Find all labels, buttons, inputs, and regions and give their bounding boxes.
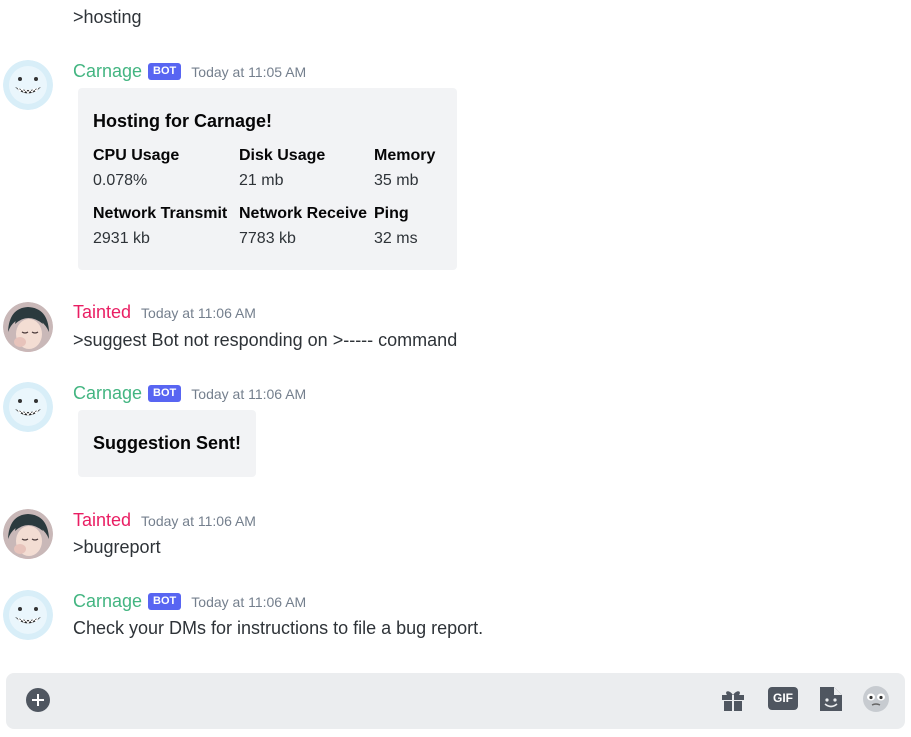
embed-title: Suggestion Sent! <box>93 433 241 453</box>
bot-badge: BOT <box>148 593 182 610</box>
message-text: >hosting <box>73 7 142 27</box>
message-input-bar[interactable]: GIF <box>6 673 905 729</box>
bot-avatar[interactable] <box>3 60 53 110</box>
message-header: Tainted Today at 11:06 AM <box>73 302 256 323</box>
message-text: Check your DMs for instructions to file … <box>73 618 484 638</box>
timestamp: Today at 11:06 AM <box>141 512 256 529</box>
anime-avatar-icon <box>3 509 53 559</box>
hosting-embed: Hosting for Carnage! CPU Usage 0.078% Di… <box>78 88 457 270</box>
timestamp: Today at 11:06 AM <box>141 304 256 321</box>
ghost-avatar-icon <box>3 60 53 110</box>
author-name[interactable]: Tainted <box>73 510 131 531</box>
gift-icon[interactable] <box>720 686 746 717</box>
field-name: Network Transmit <box>93 205 228 222</box>
bot-avatar[interactable] <box>3 590 53 640</box>
timestamp: Today at 11:06 AM <box>191 385 307 402</box>
field-name: Disk Usage <box>239 147 326 164</box>
message-text: >suggest Bot not responding on >----- co… <box>73 330 458 350</box>
field-name: CPU Usage <box>93 147 180 164</box>
message-header: Carnage BOT Today at 11:06 AM <box>73 591 306 612</box>
user-avatar[interactable] <box>3 509 53 559</box>
field-name: Ping <box>374 205 409 222</box>
field-value: 21 mb <box>239 172 284 189</box>
user-avatar[interactable] <box>3 302 53 352</box>
field-value: 0.078% <box>93 172 148 189</box>
field-value: 35 mb <box>374 172 419 189</box>
emoji-icon[interactable] <box>862 685 890 718</box>
field-value: 7783 kb <box>239 230 296 247</box>
bot-badge: BOT <box>148 63 182 80</box>
suggestion-embed: Suggestion Sent! <box>78 410 256 477</box>
message-header: Carnage BOT Today at 11:06 AM <box>73 383 306 404</box>
embed-title: Hosting for Carnage! <box>93 111 273 131</box>
sticker-icon[interactable] <box>818 685 844 718</box>
author-name[interactable]: Carnage <box>73 591 142 612</box>
message-text: >bugreport <box>73 537 161 557</box>
field-name: Network Receive <box>239 205 368 222</box>
message-header: Carnage BOT Today at 11:05 AM <box>73 61 306 82</box>
field-name: Memory <box>374 147 436 164</box>
bot-badge: BOT <box>148 385 182 402</box>
timestamp: Today at 11:06 AM <box>191 593 307 610</box>
timestamp: Today at 11:05 AM <box>191 63 307 80</box>
author-name[interactable]: Carnage <box>73 383 142 404</box>
add-icon[interactable] <box>26 688 50 717</box>
author-name[interactable]: Tainted <box>73 302 131 323</box>
bot-avatar[interactable] <box>3 382 53 432</box>
ghost-avatar-icon <box>3 590 53 640</box>
anime-avatar-icon <box>3 302 53 352</box>
ghost-avatar-icon <box>3 382 53 432</box>
gif-icon[interactable]: GIF <box>768 687 798 710</box>
field-value: 2931 kb <box>93 230 150 247</box>
author-name[interactable]: Carnage <box>73 61 142 82</box>
message-header: Tainted Today at 11:06 AM <box>73 510 256 531</box>
field-value: 32 ms <box>374 230 418 247</box>
